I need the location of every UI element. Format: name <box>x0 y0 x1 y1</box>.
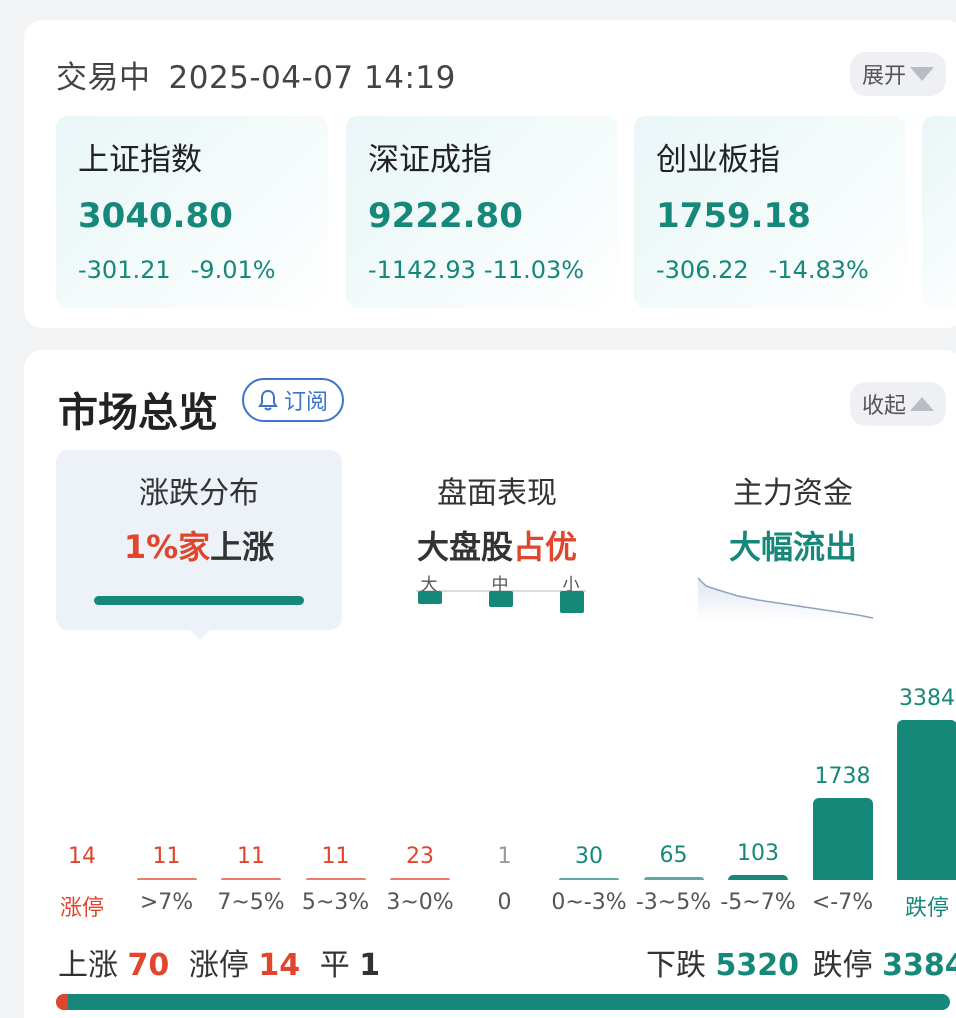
bar <box>559 878 619 880</box>
index-value: 9222.80 <box>368 196 523 236</box>
index-card: 交易中 2025-04-07 14:19 展开 上证指数 3040.80 -301… <box>24 20 956 328</box>
bar-value-label: 23 <box>406 844 434 869</box>
summary-limit-down-label: 跌停 <box>812 948 873 983</box>
trading-state: 交易中 <box>56 60 151 96</box>
bar-category-label: 3~0% <box>386 890 454 915</box>
index-change: -301.21 -9.01% <box>78 256 276 284</box>
bar <box>221 878 281 880</box>
index-change-points: -306.22 <box>656 256 749 284</box>
distribution-bar-chart: 14 涨停 11 >7% 11 7~5% 11 5~3% 23 3~0% 1 0 30 0~-3% 65 -3… <box>24 350 956 930</box>
ratio-up-segment <box>56 994 68 1010</box>
index-name: 创业板指 <box>656 142 780 178</box>
summary-down-value: 5320 <box>715 948 800 983</box>
bar <box>728 875 788 880</box>
summary-up-label: 上涨 <box>58 948 118 983</box>
summary-down-label: 下跌 <box>646 948 706 983</box>
index-tile-partial[interactable] <box>922 116 956 308</box>
up-down-ratio-bar <box>56 994 950 1010</box>
summary-flat-label: 平 <box>319 948 350 983</box>
bar <box>390 878 450 880</box>
bar-value-label: 11 <box>321 844 350 869</box>
index-name: 上证指数 <box>78 142 202 178</box>
market-overview-card: 市场总览 订阅 收起 涨跌分布 1%家上涨 盘面表现 大盘股占优 大 中 小 主 <box>24 350 956 1018</box>
bar-category-label: 跌停 <box>904 896 949 921</box>
bar <box>897 720 956 880</box>
bar <box>52 878 112 880</box>
bar <box>475 878 535 880</box>
bar <box>643 876 704 880</box>
triangle-down-icon <box>910 67 935 81</box>
index-change-pct: -9.01% <box>190 256 276 284</box>
trading-datetime: 2025-04-07 14:19 <box>168 60 456 96</box>
bar-category-label: <-7% <box>811 890 874 915</box>
bar-category-label: 0 <box>497 890 512 915</box>
summary-up: 上涨 70 涨停 14 平 1 <box>58 940 380 984</box>
bar-value-label: 1738 <box>814 763 871 789</box>
bar-category-label: >7% <box>139 890 194 915</box>
bar-value-label: 30 <box>575 844 603 869</box>
bar <box>136 878 197 880</box>
bar <box>812 797 873 880</box>
expand-label: 展开 <box>862 64 907 89</box>
index-name: 深证成指 <box>368 142 492 178</box>
index-change: -306.22 -14.83% <box>656 256 869 284</box>
bar-category-label: -3~5% <box>635 890 712 915</box>
bar-value-label: 103 <box>737 841 779 867</box>
bar-value-label: 1 <box>497 844 512 869</box>
bar-category-label: -5~7% <box>720 890 796 915</box>
summary-flat-value: 1 <box>359 948 381 983</box>
summary-limit-up-value: 14 <box>258 948 301 983</box>
bar-value-label: 3384 <box>899 686 955 711</box>
bar-category-label: 0~-3% <box>551 890 627 915</box>
bar-value-label: 11 <box>237 844 265 869</box>
bar-value-label: 14 <box>68 844 96 869</box>
bar-value-label: 65 <box>659 842 688 868</box>
summary-limit-up-label: 涨停 <box>188 948 249 983</box>
index-change-points: -1142.93 <box>368 256 476 284</box>
index-value: 3040.80 <box>78 196 233 236</box>
market-status: 交易中 2025-04-07 14:19 <box>56 52 456 97</box>
summary-down: 下跌 5320 跌停 3384 <box>646 940 956 984</box>
expand-button[interactable]: 展开 <box>850 52 947 96</box>
bar-value-label: 11 <box>152 844 181 869</box>
bar-category-label: 5~3% <box>301 890 370 915</box>
summary-limit-down-value: 3384 <box>882 948 956 983</box>
index-tile-shanghai[interactable]: 上证指数 3040.80 -301.21 -9.01% <box>56 116 328 308</box>
index-change-pct: -11.03% <box>483 256 585 284</box>
bar <box>305 878 366 880</box>
bar-category-label: 涨停 <box>59 896 104 921</box>
index-value: 1759.18 <box>656 196 811 236</box>
index-tile-shenzhen[interactable]: 深证成指 9222.80 -1142.93 -11.03% <box>346 116 618 308</box>
index-change-points: -301.21 <box>78 256 171 284</box>
bar-category-label: 7~5% <box>217 890 285 915</box>
summary-up-value: 70 <box>127 948 170 983</box>
index-change-pct: -14.83% <box>768 256 869 284</box>
index-change: -1142.93 -11.03% <box>368 256 584 284</box>
index-tile-chinext[interactable]: 创业板指 1759.18 -306.22 -14.83% <box>634 116 906 308</box>
